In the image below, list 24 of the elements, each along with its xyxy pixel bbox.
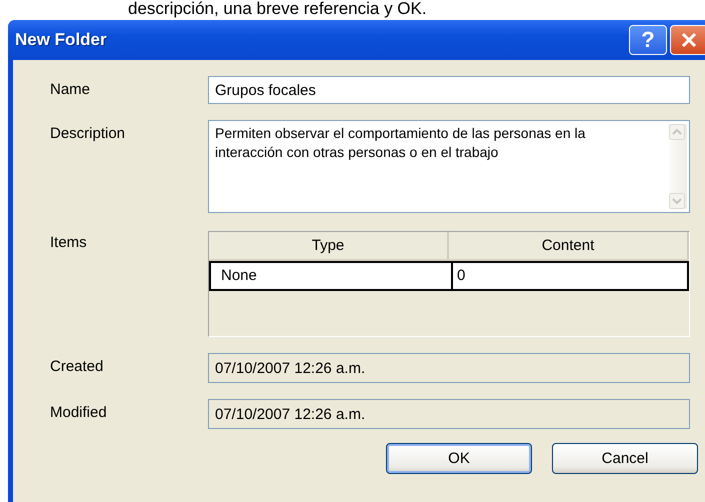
- close-icon: [679, 30, 699, 50]
- scroll-bar[interactable]: [669, 124, 687, 209]
- name-field[interactable]: Grupos focales: [208, 76, 690, 104]
- modified-field[interactable]: 07/10/2007 12:26 a.m.: [208, 399, 690, 429]
- field-label: Modified: [50, 403, 108, 421]
- field-label: Description: [50, 124, 126, 142]
- created-field[interactable]: 07/10/2007 12:26 a.m.: [208, 353, 690, 383]
- help-button[interactable]: ?: [629, 25, 667, 55]
- cancel-button[interactable]: Cancel: [552, 443, 698, 474]
- table-cell-text: None: [220, 266, 258, 286]
- close-button[interactable]: [670, 25, 705, 55]
- field-label: Name: [50, 80, 92, 98]
- column-header[interactable]: Type: [209, 232, 449, 259]
- column-header[interactable]: Content: [449, 232, 689, 259]
- description-text: Permiten observar el comportamiento de las personas en la interacción con otras personas o en el trabajo: [215, 124, 586, 162]
- description-field[interactable]: Permiten observar el comportamiento de las personas en la interacción con otras personas o en el trabajo: [208, 120, 690, 213]
- scroll-up-icon[interactable]: [669, 124, 685, 140]
- table-cell: 0: [451, 263, 687, 289]
- ok-button[interactable]: OK: [386, 443, 532, 474]
- caption-text: descripción, una breve referencia y OK.: [127, 0, 428, 20]
- field-label: Items: [50, 233, 88, 251]
- window-title: New Folder: [15, 30, 107, 50]
- scroll-down-icon[interactable]: [669, 193, 685, 209]
- field-label: Created: [50, 357, 104, 375]
